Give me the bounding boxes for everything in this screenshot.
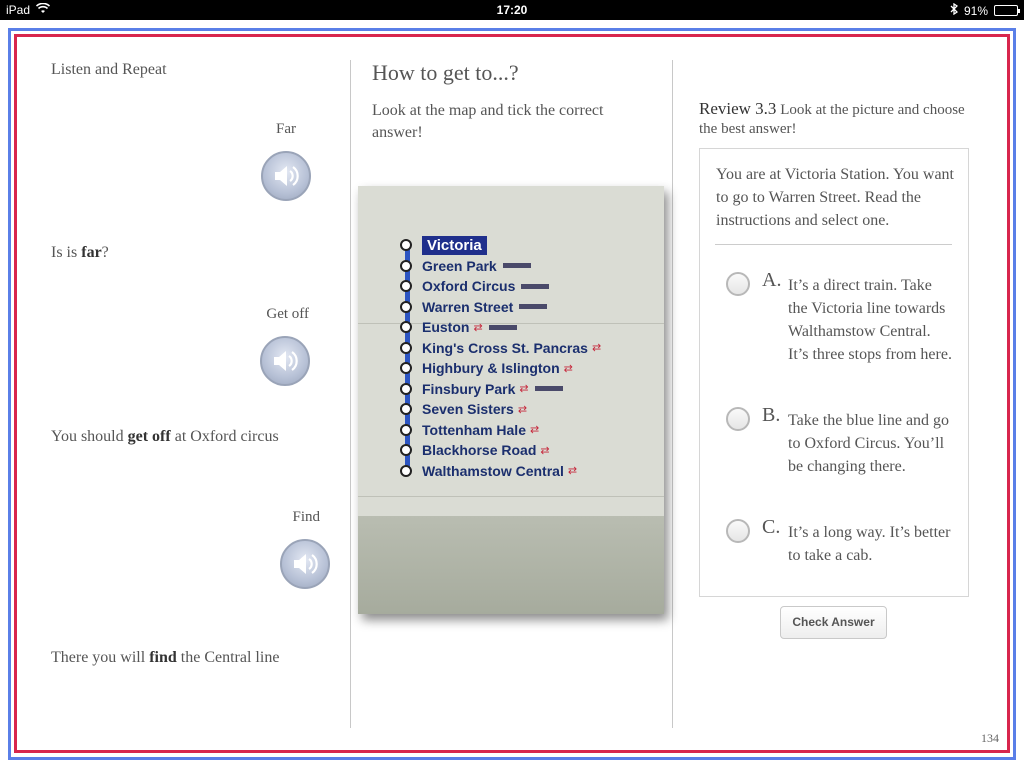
page-number: 134 xyxy=(981,731,999,745)
national-rail-icon: ⇄ xyxy=(529,423,540,436)
station-name: Blackhorse Road xyxy=(422,442,537,458)
answer-option-b[interactable]: B. Take the blue line and go to Oxford C… xyxy=(726,404,962,503)
station-euston: Euston ⇄ xyxy=(400,318,517,336)
sentence-far: Is is far? xyxy=(51,244,109,261)
station-dot xyxy=(400,239,412,251)
station-dot xyxy=(400,280,412,292)
line-connection-marker xyxy=(521,283,550,289)
station-tottenham-hale: Tottenham Hale ⇄ xyxy=(400,421,539,439)
play-audio-far-button[interactable] xyxy=(261,151,311,201)
audio-label-get-off: Get off xyxy=(266,306,309,322)
speaker-icon xyxy=(294,554,318,574)
review-title: Review 3.3 Look at the picture and choos… xyxy=(699,99,969,139)
station-seven-sisters: Seven Sisters ⇄ xyxy=(400,400,527,418)
station-name: Seven Sisters xyxy=(422,401,514,417)
option-text: It’s a long way. It’s better to take a c… xyxy=(788,524,951,564)
station-dot xyxy=(400,300,412,313)
radio-button-a[interactable] xyxy=(726,272,750,296)
station-oxford-circus: Oxford Circus xyxy=(400,277,550,295)
station-name: Euston xyxy=(422,319,470,335)
option-text: Take the blue line and go to Oxford Circ… xyxy=(788,412,950,475)
station-green-park: Green Park xyxy=(400,257,531,275)
station-name: Highbury & Islington xyxy=(422,360,560,376)
column-divider xyxy=(350,60,351,728)
station-walthamstow-central: Walthamstow Central ⇄ xyxy=(400,462,577,480)
national-rail-icon: ⇄ xyxy=(519,382,529,395)
play-audio-find-button[interactable] xyxy=(280,539,330,589)
column-divider xyxy=(672,60,673,728)
review-label: Review 3.3 xyxy=(699,99,777,118)
line-connection-marker xyxy=(502,263,531,268)
station-name: Oxford Circus xyxy=(422,278,516,294)
battery-icon xyxy=(994,5,1020,16)
station-blackhorse-road: Blackhorse Road ⇄ xyxy=(400,441,550,459)
station-dot xyxy=(400,444,412,456)
station-finsbury-park: Finsbury Park ⇄ xyxy=(400,380,563,398)
station-dot xyxy=(400,403,412,415)
map-section-title: How to get to...? xyxy=(372,60,519,85)
station-name: Warren Street xyxy=(422,298,514,315)
station-warren-street: Warren Street xyxy=(400,298,548,316)
tube-map-photo: Victoria Green Park Oxford Circus Warren St… xyxy=(358,186,664,614)
option-letter: C. xyxy=(762,516,781,538)
station-victoria: Victoria xyxy=(400,235,487,255)
station-dot xyxy=(400,464,412,477)
question-text: You are at Victoria Station. You want to… xyxy=(716,166,954,229)
option-text: It’s a direct train. Take the Victoria l… xyxy=(788,277,952,363)
station-dot xyxy=(400,362,412,374)
answer-option-c[interactable]: C. It’s a long way. It’s better to take … xyxy=(726,516,962,569)
national-rail-icon: ⇄ xyxy=(591,341,602,354)
option-letter: B. xyxy=(762,404,781,426)
station-name: Green Park xyxy=(422,257,497,274)
sentence-get-off: You should get off at Oxford circus xyxy=(51,428,279,445)
play-audio-get-off-button[interactable] xyxy=(260,336,310,386)
national-rail-icon: ⇄ xyxy=(567,464,578,477)
check-answer-button[interactable]: Check Answer xyxy=(780,606,887,639)
status-bar: iPad 17:20 91% xyxy=(0,0,1024,20)
national-rail-icon: ⇄ xyxy=(473,320,483,334)
radio-button-c[interactable] xyxy=(726,519,750,543)
national-rail-icon: ⇄ xyxy=(563,361,573,375)
speaker-icon xyxy=(274,351,298,371)
audio-label-find: Find xyxy=(292,509,320,525)
option-letter: A. xyxy=(762,269,782,291)
speaker-icon xyxy=(275,166,299,186)
audio-label-far: Far xyxy=(276,121,296,137)
line-connection-marker xyxy=(519,304,548,309)
line-connection-marker xyxy=(534,386,563,391)
sentence-find: There you will find the Central line xyxy=(51,649,280,666)
divider xyxy=(715,244,952,245)
station-king-s-cross-st-pancras: King's Cross St. Pancras ⇄ xyxy=(400,339,601,357)
station-name: King's Cross St. Pancras xyxy=(422,339,588,356)
bluetooth-icon xyxy=(950,2,958,18)
station-highbury-islington: Highbury & Islington ⇄ xyxy=(400,359,573,377)
station-dot xyxy=(400,259,412,272)
clock: 17:20 xyxy=(496,3,528,17)
listen-title: Listen and Repeat xyxy=(51,61,167,78)
station-name: Finsbury Park xyxy=(422,380,516,397)
answer-option-a[interactable]: A. It’s a direct train. Take the Victori… xyxy=(726,269,962,392)
battery-percent: 91% xyxy=(963,3,988,18)
station-dot xyxy=(400,321,412,333)
map-instruction: Look at the map and tick the correct ans… xyxy=(372,102,604,141)
station-name: Walthamstow Central xyxy=(422,462,564,479)
station-name: Tottenham Hale xyxy=(422,421,526,438)
station-name: Victoria xyxy=(422,235,487,255)
national-rail-icon: ⇄ xyxy=(517,402,528,416)
question-card: You are at Victoria Station. You want to… xyxy=(699,148,969,597)
station-dot xyxy=(400,423,412,436)
line-connection-marker xyxy=(488,324,517,330)
station-dot xyxy=(400,341,412,354)
national-rail-icon: ⇄ xyxy=(540,443,550,457)
station-dot xyxy=(400,382,412,395)
radio-button-b[interactable] xyxy=(726,407,750,431)
